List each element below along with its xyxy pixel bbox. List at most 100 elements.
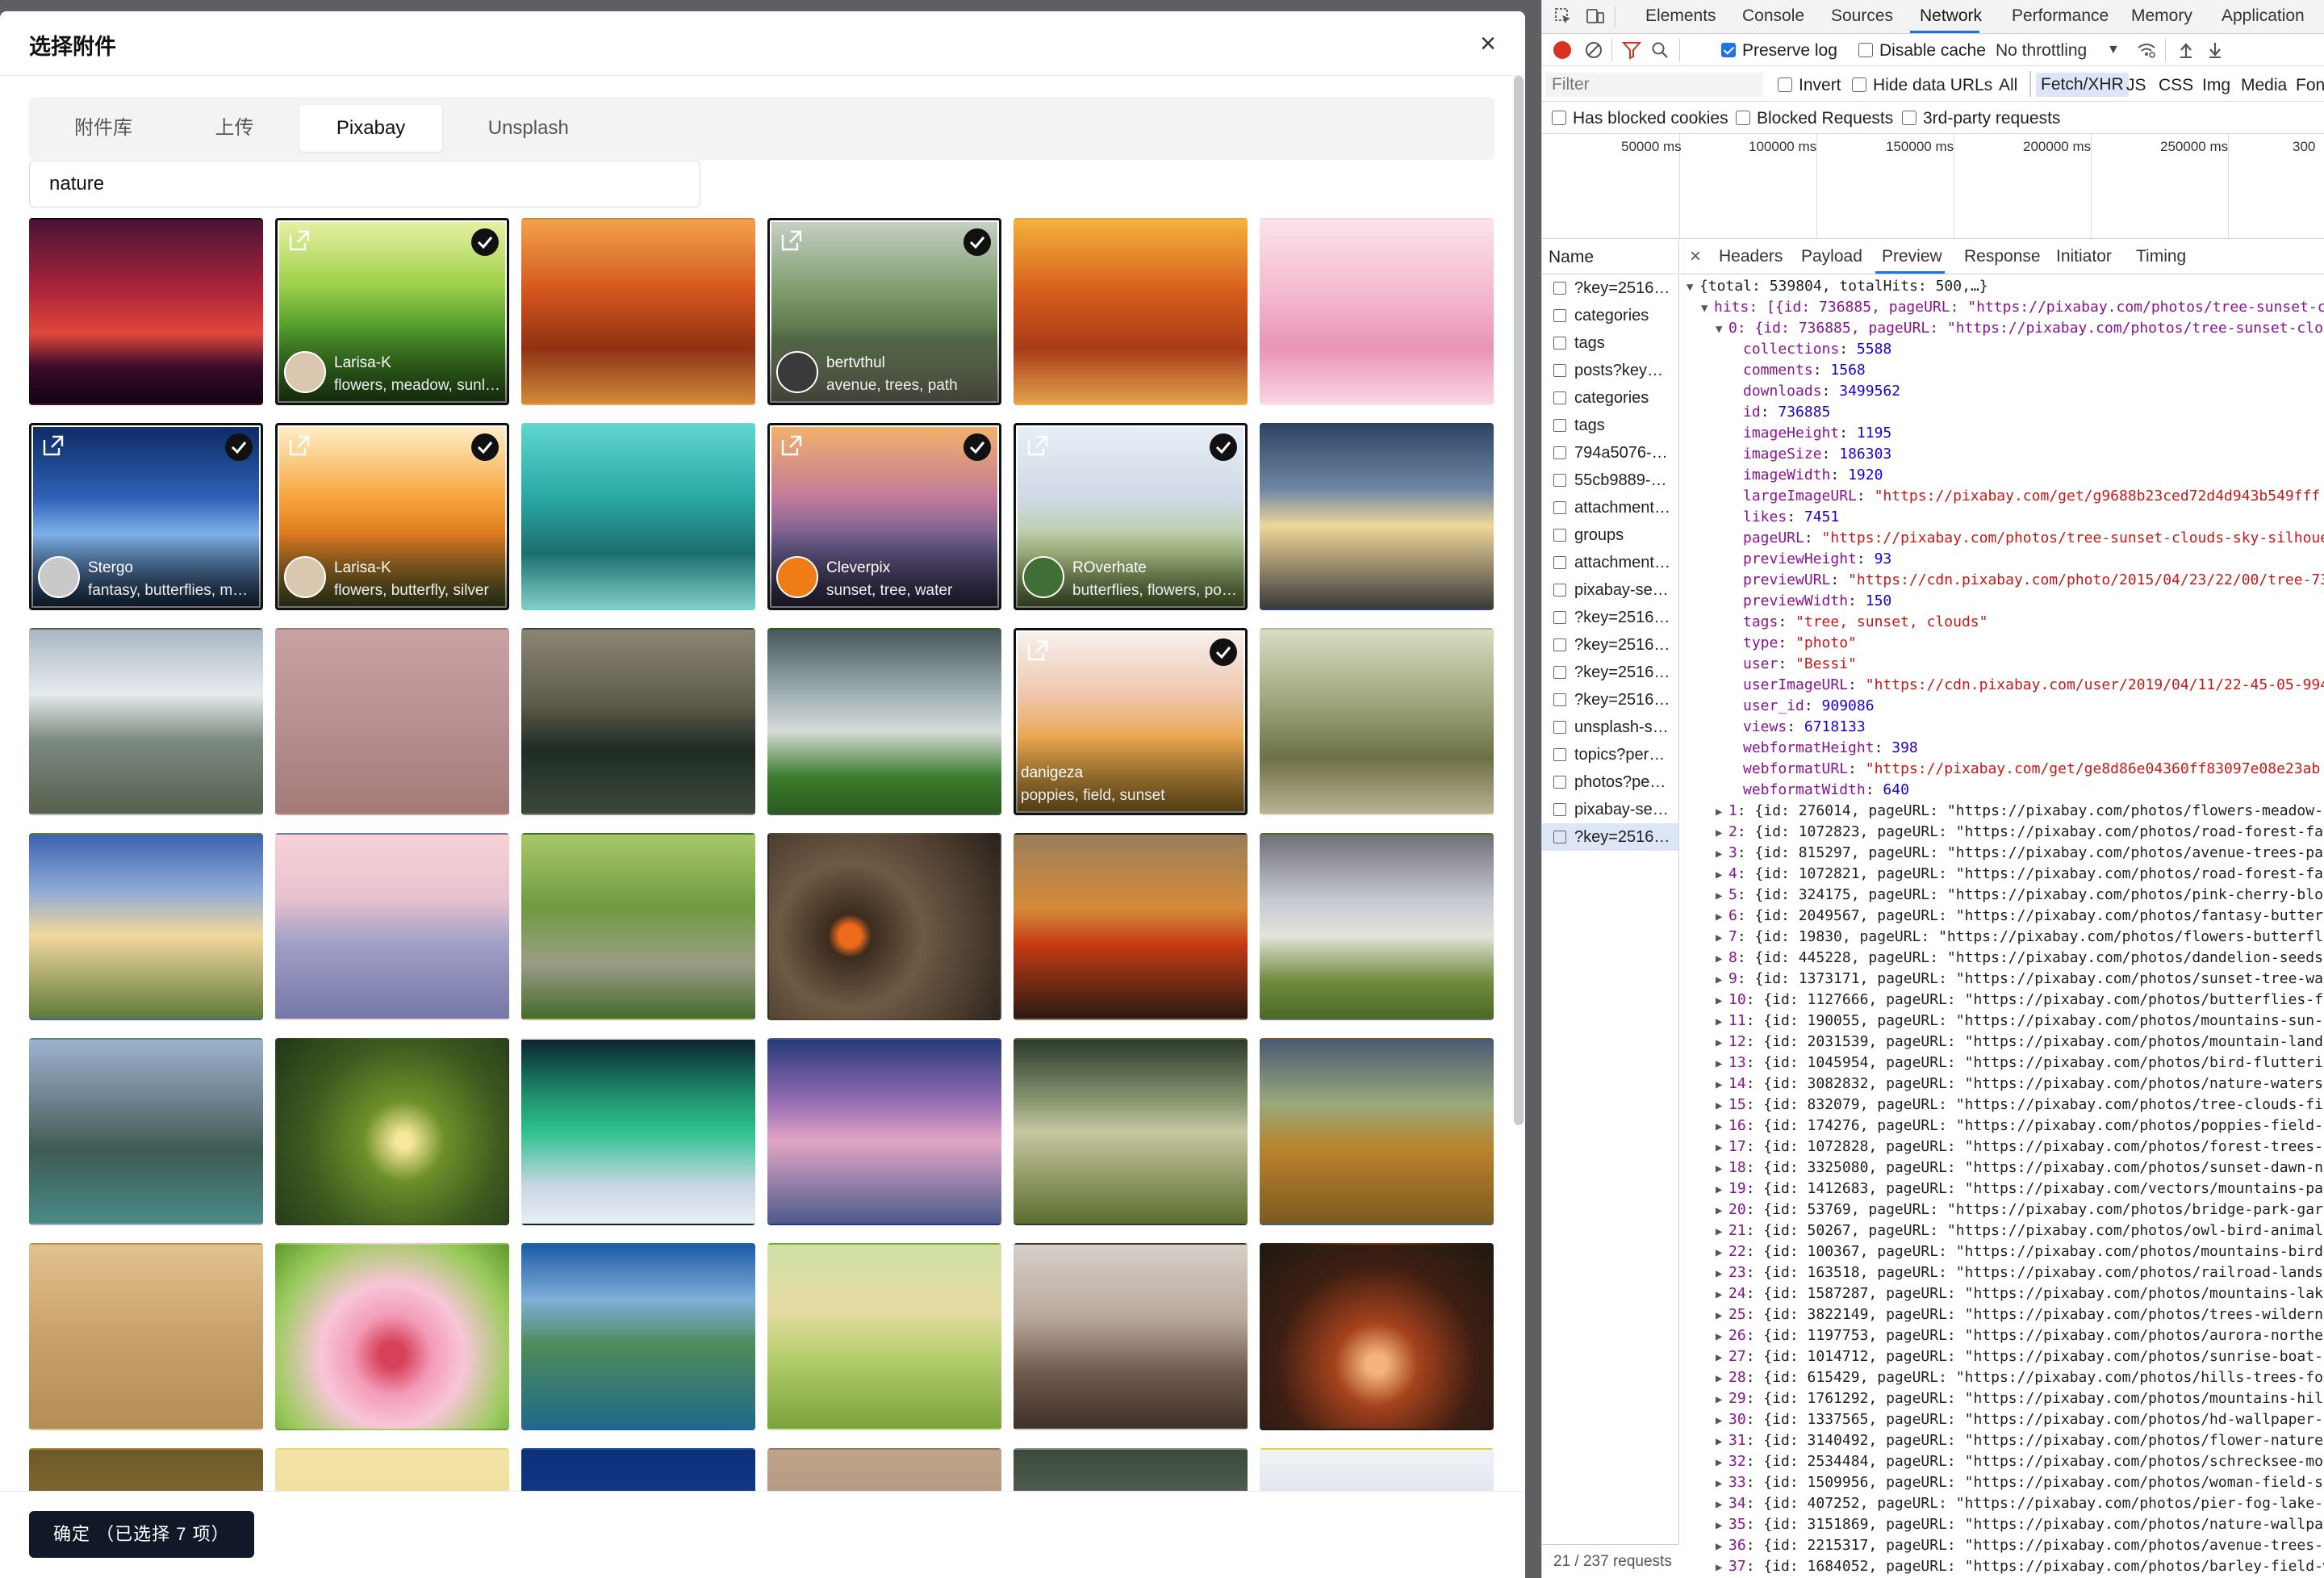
photo-tile[interactable] [521,628,755,815]
json-field[interactable]: webformatURL: "https://pixabay.com/get/g… [1680,759,2324,780]
request-row[interactable]: topics?per… [1542,741,1678,768]
name-column-header[interactable]: Name [1542,241,1678,274]
expand-triangle-icon[interactable]: ▶ [1716,802,1728,822]
expand-triangle-icon[interactable]: ▶ [1716,1200,1728,1221]
json-item-line[interactable]: ▶ 1: {id: 276014, pageURL: "https://pixab… [1680,801,2324,822]
json-item-line[interactable]: ▶ 22: {id: 100367, pageURL: "https://pixa… [1680,1241,2324,1262]
tab-response[interactable]: Response [1964,247,2041,266]
tab-memory[interactable]: Memory [2131,6,2192,26]
expand-triangle-icon[interactable]: ▶ [1716,822,1728,843]
type-fetch-xhr[interactable]: Fetch/XHR [2036,73,2129,97]
json-field[interactable]: previewWidth: 150 [1680,591,2324,612]
clear-icon[interactable] [1584,40,1603,65]
json-item-line[interactable]: ▶ 29: {id: 1761292, pageURL: "https://pix… [1680,1388,2324,1409]
json-item-line[interactable]: ▼ 0: {id: 736885, pageURL: "https://pixab… [1680,318,2324,339]
json-item-line[interactable]: ▶ 23: {id: 163518, pageURL: "https://pixa… [1680,1262,2324,1283]
type-all[interactable]: All [1999,76,2017,95]
tab-pixabay[interactable]: Pixabay [299,105,443,152]
import-har-icon[interactable] [2176,40,2196,65]
request-row[interactable]: categories [1542,384,1678,412]
request-row[interactable]: ?key=2516… [1542,274,1678,302]
expand-triangle-icon[interactable]: ▶ [1716,864,1728,885]
expand-triangle-icon[interactable]: ▶ [1716,1536,1728,1557]
photo-tile[interactable] [1260,833,1494,1020]
network-conditions-icon[interactable] [2136,40,2157,65]
photo-tile[interactable] [275,1243,509,1430]
expand-triangle-icon[interactable]: ▶ [1716,885,1728,906]
json-field[interactable]: comments: 1568 [1680,360,2324,381]
json-item-line[interactable]: ▶ 19: {id: 1412683, pageURL: "https://pix… [1680,1178,2324,1199]
request-row[interactable]: 794a5076-… [1542,439,1678,467]
expand-triangle-icon[interactable]: ▶ [1716,1473,1728,1494]
close-icon[interactable]: × [1475,30,1501,58]
expand-triangle-icon[interactable]: ▶ [1716,1515,1728,1536]
request-row[interactable]: posts?key… [1542,357,1678,384]
expand-triangle-icon[interactable]: ▼ [1687,277,1699,298]
photo-tile[interactable]: Cleverpix sunset, tree, water [767,423,1001,610]
json-item-line[interactable]: ▶ 18: {id: 3325080, pageURL: "https://pix… [1680,1157,2324,1178]
json-field[interactable]: collections: 5588 [1680,339,2324,360]
json-field[interactable]: type: "photo" [1680,633,2324,654]
json-item-line[interactable]: ▶ 20: {id: 53769, pageURL: "https://pixab… [1680,1199,2324,1220]
type-js[interactable]: JS [2126,76,2146,95]
json-item-line[interactable]: ▶ 37: {id: 1684052, pageURL: "https://pix… [1680,1556,2324,1577]
tab-unsplash[interactable]: Unsplash [451,105,606,152]
expand-triangle-icon[interactable]: ▶ [1716,843,1728,864]
expand-triangle-icon[interactable]: ▶ [1716,1137,1728,1158]
expand-triangle-icon[interactable]: ▶ [1716,1326,1728,1347]
json-item-line[interactable]: ▶ 7: {id: 19830, pageURL: "https://pixaba… [1680,927,2324,948]
json-item-line[interactable]: ▶ 33: {id: 1509956, pageURL: "https://pix… [1680,1472,2324,1493]
tab-timing[interactable]: Timing [2136,247,2186,266]
expand-triangle-icon[interactable]: ▶ [1716,1032,1728,1053]
tab-upload[interactable]: 上传 [178,105,290,152]
expand-triangle-icon[interactable]: ▶ [1716,1242,1728,1263]
expand-triangle-icon[interactable]: ▶ [1716,1368,1728,1389]
request-row[interactable]: ?key=2516… [1542,604,1678,631]
hide-data-urls-checkbox[interactable] [1852,77,1866,92]
request-row[interactable]: ?key=2516… [1542,631,1678,659]
external-link-icon[interactable] [780,228,804,253]
photo-tile[interactable] [29,628,263,815]
photo-grid-scroll[interactable]: Larisa-K flowers, meadow, sunlight bertvth… [29,218,1494,1501]
photo-tile[interactable] [767,833,1001,1020]
json-hits-line[interactable]: ▼ hits: [{id: 736885, pageURL: "https://p… [1680,297,2324,318]
json-field[interactable]: largeImageURL: "https://pixabay.com/get/… [1680,486,2324,507]
check-icon[interactable] [963,228,991,256]
photo-tile[interactable] [1014,833,1248,1020]
photo-tile[interactable] [1260,218,1494,405]
expand-triangle-icon[interactable]: ▶ [1716,990,1728,1011]
expand-triangle-icon[interactable]: ▼ [1701,298,1714,319]
photo-tile[interactable] [29,1038,263,1225]
expand-triangle-icon[interactable]: ▶ [1716,1410,1728,1431]
json-field[interactable]: user: "Bessi" [1680,654,2324,675]
json-field[interactable]: webformatHeight: 398 [1680,738,2324,759]
json-item-line[interactable]: ▶ 35: {id: 3151869, pageURL: "https://pix… [1680,1514,2324,1535]
external-link-icon[interactable] [1026,638,1050,663]
tab-application[interactable]: Application [2222,6,2305,26]
photo-tile[interactable] [521,423,755,610]
expand-triangle-icon[interactable]: ▶ [1716,1431,1728,1452]
type-css[interactable]: CSS [2159,76,2193,95]
inspect-icon[interactable] [1553,6,1573,31]
tab-headers[interactable]: Headers [1719,247,1783,266]
json-item-line[interactable]: ▶ 5: {id: 324175, pageURL: "https://pixab… [1680,885,2324,906]
filter-input[interactable]: Filter [1545,73,1763,97]
expand-triangle-icon[interactable]: ▶ [1716,1053,1728,1074]
request-row[interactable]: ?key=2516… [1542,823,1678,851]
request-row[interactable]: tags [1542,412,1678,439]
request-row[interactable]: pixabay-se… [1542,796,1678,823]
json-field[interactable]: downloads: 3499562 [1680,381,2324,402]
external-link-icon[interactable] [41,433,65,458]
disable-cache-checkbox[interactable] [1858,43,1873,57]
expand-triangle-icon[interactable]: ▶ [1716,969,1728,990]
tab-sources[interactable]: Sources [1831,6,1893,26]
photo-tile[interactable] [29,218,263,405]
photo-tile[interactable] [1260,1243,1494,1430]
search-input[interactable] [29,161,700,207]
request-row[interactable]: categories [1542,302,1678,329]
photo-tile[interactable] [275,833,509,1020]
expand-triangle-icon[interactable]: ▶ [1716,1284,1728,1305]
check-icon[interactable] [471,433,499,461]
type-img[interactable]: Img [2202,76,2230,95]
type-media[interactable]: Media [2241,76,2287,95]
